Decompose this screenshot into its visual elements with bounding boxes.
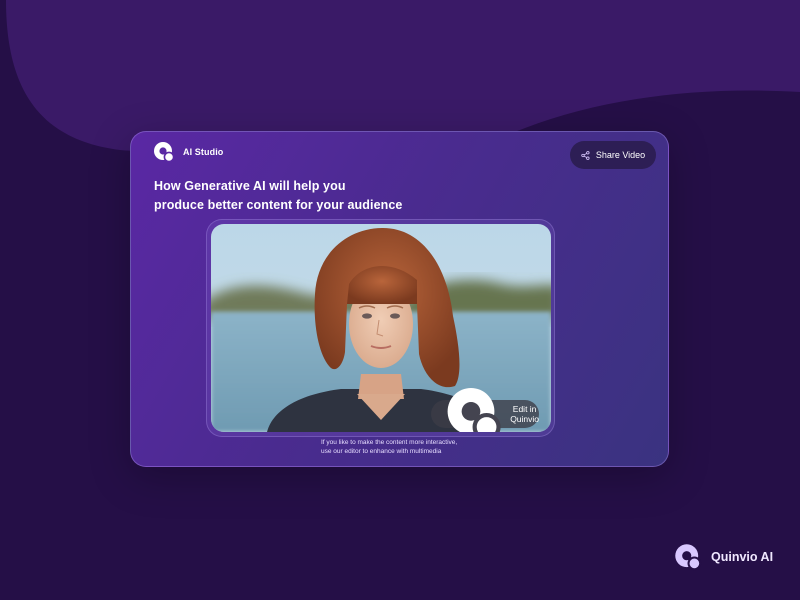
edit-in-quinvio-label: Edit in Quinvio — [510, 404, 540, 424]
footer-brand: Quinvio AI — [674, 543, 773, 571]
video-caption-line-1: If you like to make the content more int… — [321, 439, 458, 446]
page-title-line-1: How Generative AI will help you — [154, 179, 346, 193]
video-frame: Edit in Quinvio — [206, 219, 555, 437]
share-icon — [581, 150, 590, 160]
app-name: AI Studio — [183, 147, 224, 157]
quinvio-logo-icon — [154, 142, 175, 163]
quinvio-logo-icon — [447, 388, 501, 432]
share-video-button[interactable]: Share Video — [570, 141, 656, 169]
quinvio-logo-icon — [675, 544, 702, 571]
share-video-label: Share Video — [595, 150, 646, 160]
ai-studio-card: AI Studio Share Video How Generative AI … — [130, 131, 669, 467]
edit-in-quinvio-button[interactable]: Edit in Quinvio — [431, 388, 540, 432]
app-brand: AI Studio — [153, 141, 223, 163]
page-title: How Generative AI will help you produce … — [154, 177, 402, 215]
video-caption-line-2: use our editor to enhance with multimedi… — [321, 448, 442, 455]
video-caption: If you like to make the content more int… — [321, 438, 457, 456]
page-title-line-2: produce better content for your audience — [154, 198, 403, 212]
footer-brand-name: Quinvio AI — [711, 550, 774, 564]
video-player[interactable]: Edit in Quinvio — [211, 224, 551, 432]
